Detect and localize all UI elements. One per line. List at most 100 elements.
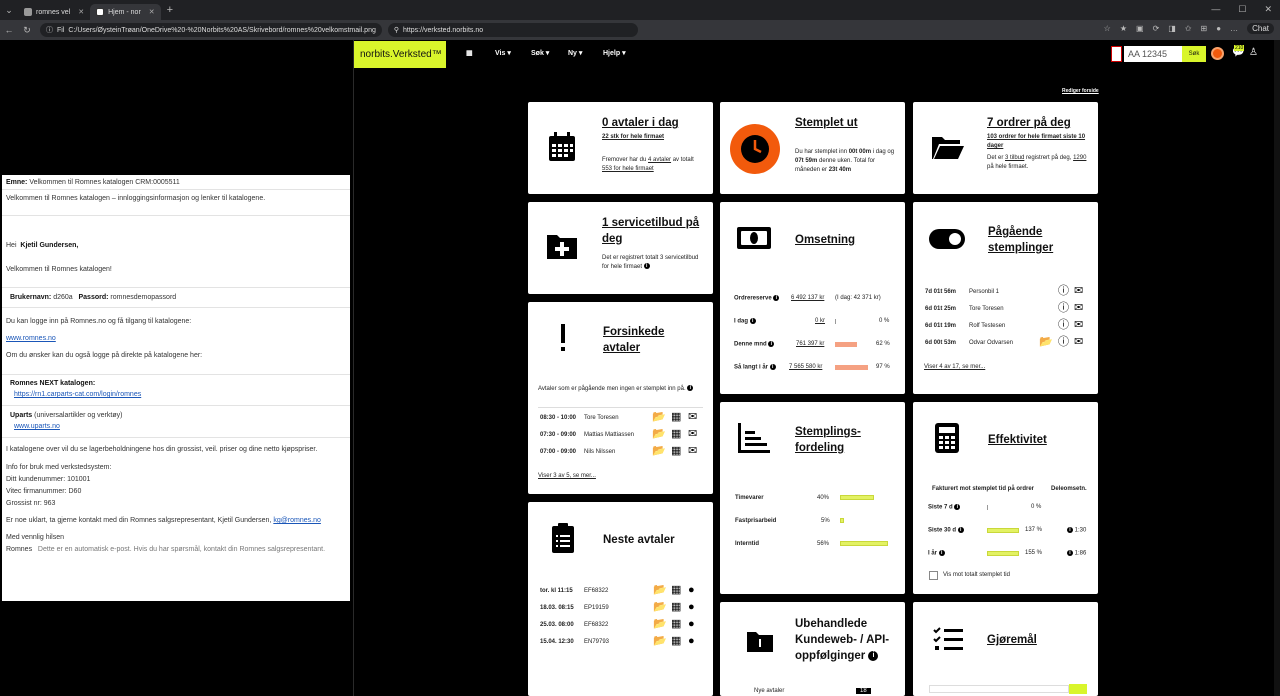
minimize-icon[interactable]: — — [1211, 4, 1220, 15]
app-logo[interactable]: norbits.Verksted™ — [354, 41, 446, 68]
card-pagaende-stemplinger[interactable]: Pågående stemplinger 7d 01t 56m Personbi… — [913, 202, 1098, 394]
nav-hjelp[interactable]: Hjelp ▾ — [603, 49, 626, 57]
info-icon[interactable]: i — [868, 650, 879, 661]
favorites-icon[interactable]: ✩ — [1185, 24, 1192, 33]
folder-icon[interactable]: 📂 — [652, 429, 666, 440]
card-subtitle[interactable]: 103 ordrer for hele firmaet siste 10 dag… — [987, 133, 1092, 151]
info-icon[interactable]: i — [749, 318, 756, 324]
card-title[interactable]: Forsinkede avtaler — [603, 324, 693, 356]
card-omsetning[interactable]: Omsetning Ordrereserve i 6 492 137 kr (I… — [720, 202, 905, 394]
info-icon[interactable]: i — [643, 263, 650, 270]
card-neste-avtaler[interactable]: Neste avtaler tor. kl 11:15 EF68322 📂 ▦ … — [528, 502, 713, 696]
favorite-star-icon[interactable]: ☆ — [1104, 24, 1111, 33]
regnr-search-input[interactable]: AA 12345 — [1124, 46, 1182, 62]
envelope-icon[interactable]: ✉ — [688, 429, 697, 440]
uparts-link[interactable]: www.uparts.no — [14, 423, 60, 430]
scrollbar[interactable] — [1274, 40, 1280, 696]
next-catalog-link[interactable]: https://rn1.carparts-cat.com/login/romne… — [14, 391, 141, 398]
nav-vis[interactable]: Vis ▾ — [495, 49, 511, 57]
desc-link[interactable]: 4 avtaler — [648, 157, 671, 163]
calendar-icon[interactable]: ▦ — [671, 429, 681, 440]
row-value[interactable]: 7 565 580 kr — [789, 364, 822, 370]
stamp-clock-icon[interactable] — [1211, 47, 1224, 60]
clock-icon[interactable]: ● — [688, 585, 695, 596]
card-subtitle[interactable]: 22 stk for hele firmaet — [602, 133, 664, 142]
bookmark-icon[interactable]: ★ — [1120, 24, 1127, 33]
info-icon[interactable]: ⓘ — [1058, 286, 1069, 297]
file-path-field[interactable]: ⓘ Fil C:/Users/ØysteinTrøan/OneDrive%20-%2… — [40, 23, 382, 37]
copilot-chat-button[interactable]: Chat — [1247, 23, 1274, 34]
calendar-icon[interactable]: ▦ — [671, 636, 681, 647]
extension-icon[interactable]: ▣ — [1136, 24, 1144, 33]
clock-icon[interactable]: ● — [688, 602, 695, 613]
calendar-icon[interactable]: ▦ — [671, 585, 681, 596]
see-more-link[interactable]: Viser 3 av 5, se mer... — [538, 473, 596, 479]
tab-hjem[interactable]: Hjem - nor ✕ — [90, 4, 161, 20]
info-icon[interactable]: i — [938, 550, 945, 556]
close-window-icon[interactable]: ✕ — [1264, 4, 1272, 15]
row-value[interactable]: 6 492 137 kr — [791, 295, 824, 301]
info-icon[interactable]: i — [768, 341, 775, 347]
card-ubehandlede[interactable]: Ubehandlede Kundeweb- / API-oppfølginger… — [720, 602, 905, 696]
card-title[interactable]: Effektivitet — [988, 432, 1047, 448]
user-icon[interactable]: ♙ — [1249, 47, 1258, 58]
info-icon[interactable]: i — [773, 295, 780, 301]
calendar-icon[interactable]: ▦ — [671, 412, 681, 423]
new-tab-icon[interactable]: + — [167, 4, 173, 16]
see-more-link[interactable]: Viser 4 av 17, se mer... — [924, 364, 985, 370]
refresh-ext-icon[interactable]: ⟳ — [1153, 24, 1160, 33]
calendar-icon[interactable]: ▦ — [671, 446, 681, 457]
calendar-nav-icon[interactable]: ▦ — [466, 49, 473, 57]
card-servicetilbud[interactable]: 1 servicetilbud på deg Det er registrert… — [528, 202, 713, 294]
card-title[interactable]: Stemplings-fordeling — [795, 424, 885, 456]
card-title[interactable]: Pågående stemplinger — [988, 224, 1078, 256]
profile-avatar[interactable]: ● — [1216, 24, 1221, 33]
folder-icon[interactable]: 📂 — [1039, 337, 1053, 348]
back-icon[interactable]: ← — [0, 25, 18, 35]
info-icon[interactable]: i — [957, 527, 964, 533]
folder-icon[interactable]: 📂 — [653, 602, 667, 613]
desc-link[interactable]: 3 tilbud — [1005, 155, 1024, 161]
info-icon[interactable]: i — [1067, 550, 1073, 556]
card-title[interactable]: Omsetning — [795, 232, 855, 248]
envelope-icon[interactable]: ✉ — [1074, 320, 1083, 331]
folder-icon[interactable]: 📂 — [653, 636, 667, 647]
url-field[interactable]: ⚲ https://verksted.norbits.no — [387, 23, 638, 37]
tab-list-icon[interactable]: ⌄ — [0, 5, 18, 16]
envelope-icon[interactable]: ✉ — [688, 412, 697, 423]
folder-icon[interactable]: 📂 — [652, 412, 666, 423]
info-icon[interactable]: i — [769, 364, 776, 370]
close-tab-icon[interactable]: ✕ — [149, 8, 155, 16]
todo-input[interactable] — [929, 685, 1069, 693]
envelope-icon[interactable]: ✉ — [1074, 337, 1083, 348]
card-title[interactable]: Neste avtaler — [603, 532, 675, 548]
card-forsinkede-avtaler[interactable]: Forsinkede avtaler Avtaler som er pågåen… — [528, 302, 713, 494]
desc-link[interactable]: 1290 — [1073, 155, 1086, 161]
card-title[interactable]: Ubehandlede Kundeweb- / API-oppfølginger… — [795, 616, 895, 664]
add-todo-button[interactable] — [1069, 684, 1087, 694]
maximize-icon[interactable]: ☐ — [1238, 4, 1246, 15]
edit-front-page-link[interactable]: Rediger forside — [1062, 88, 1099, 94]
folder-icon[interactable]: 📂 — [652, 446, 666, 457]
close-tab-icon[interactable]: ✕ — [78, 8, 84, 16]
envelope-icon[interactable]: ✉ — [1074, 303, 1083, 314]
contact-email-link[interactable]: kg@romnes.no — [273, 517, 321, 524]
card-ordrer[interactable]: 7 ordrer på deg 103 ordrer for hele firm… — [913, 102, 1098, 194]
row-value[interactable]: 761 397 kr — [796, 341, 824, 347]
clock-icon[interactable]: ● — [688, 619, 695, 630]
card-title[interactable]: Stemplet ut — [795, 115, 858, 131]
nav-ny[interactable]: Ny ▾ — [568, 49, 582, 57]
split-screen-icon[interactable]: ◨ — [1168, 24, 1176, 33]
row-value[interactable]: 0 kr — [815, 318, 825, 324]
card-stemplingsfordeling[interactable]: Stemplings-fordeling Timevarer 40% Fastp… — [720, 402, 905, 594]
more-menu-icon[interactable]: … — [1230, 24, 1238, 33]
clock-icon[interactable]: ● — [688, 636, 695, 647]
card-title[interactable]: 1 servicetilbud på deg — [602, 215, 707, 247]
calendar-icon[interactable]: ▦ — [671, 602, 681, 613]
card-stemplet-ut[interactable]: Stemplet ut Du har stemplet inn 00t 00m … — [720, 102, 905, 194]
folder-icon[interactable]: 📂 — [653, 585, 667, 596]
desc-link[interactable]: 553 for hele firmaet — [602, 166, 654, 172]
info-icon[interactable]: ⓘ — [1058, 303, 1069, 314]
romnes-link[interactable]: www.romnes.no — [6, 335, 56, 342]
info-icon[interactable]: i — [954, 504, 961, 510]
